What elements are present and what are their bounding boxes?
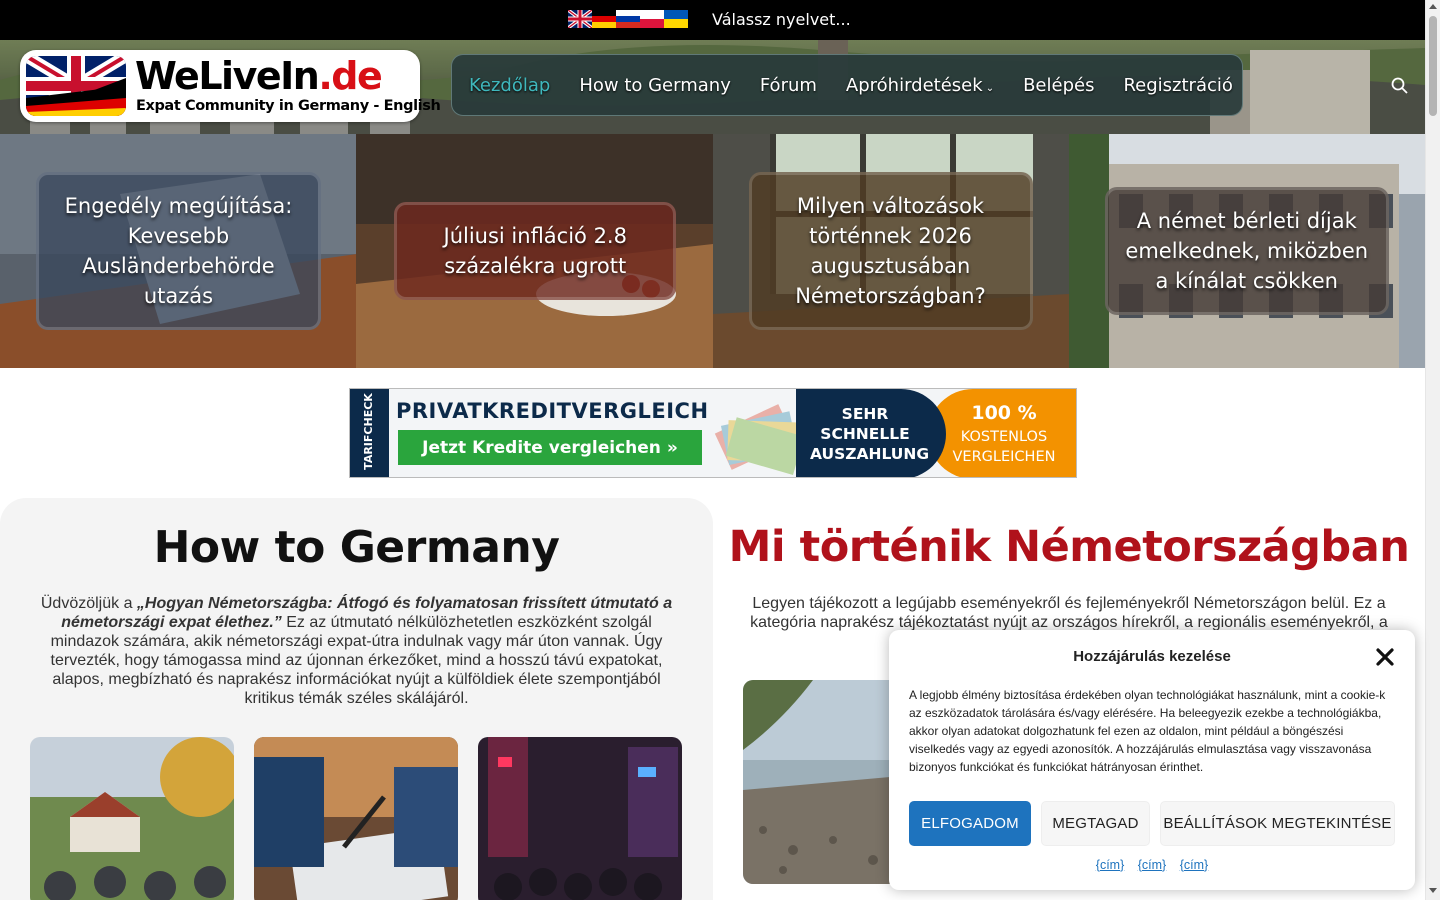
news-heading[interactable]: Mi történik Németországban <box>713 522 1425 572</box>
ad-payout-text: SEHR SCHNELLE AUSZAHLUNG <box>810 405 930 463</box>
page-scrollbar[interactable] <box>1425 0 1440 900</box>
hero-tile[interactable]: A német bérleti díjak emelkednek, miközb… <box>1068 134 1425 368</box>
ad-free-percent: 100 % <box>971 402 1037 424</box>
scrollbar-thumb[interactable] <box>1429 16 1437 116</box>
logo-flag-icon <box>26 56 126 116</box>
nav-item-how-to-germany[interactable]: How to Germany <box>579 75 731 96</box>
nav-item-classifieds[interactable]: Apróhirdetések ⌄ <box>846 75 994 96</box>
nav-item-home[interactable]: Kezdőlap <box>469 75 550 96</box>
deny-cookies-button[interactable]: MEGTAGAD <box>1041 801 1150 846</box>
cookie-modal-body: A legjobb élmény biztosítása érdekében o… <box>909 688 1386 774</box>
flag-ukraine-icon[interactable] <box>664 10 688 28</box>
cookie-consent-modal: Hozzájárulás kezelése A legjobb élmény b… <box>889 630 1415 890</box>
language-bar: Válassz nyelvet... <box>0 0 1425 40</box>
accept-cookies-button[interactable]: ELFOGADOM <box>909 801 1031 846</box>
chevron-down-icon: ⌄ <box>985 82 995 94</box>
guide-card[interactable] <box>254 737 458 900</box>
hero-tiles: Engedély megújítása: Kevesebb Ausländerb… <box>0 134 1425 368</box>
search-icon[interactable] <box>1390 76 1410 96</box>
nav-item-login[interactable]: Belépés <box>1023 75 1094 96</box>
flag-poland-icon[interactable] <box>640 10 664 28</box>
language-select-label[interactable]: Válassz nyelvet... <box>712 10 851 29</box>
guide-card-image <box>478 737 682 900</box>
flag-uk-icon[interactable] <box>568 10 592 28</box>
how-to-germany-intro: Üdvözöljük a „Hogyan Németországba: Átfo… <box>40 595 673 707</box>
how-to-germany-heading[interactable]: How to Germany <box>0 522 713 573</box>
cookie-policy-link[interactable]: {cím} <box>1096 858 1125 872</box>
hero-tile-caption: A német bérleti díjak emelkednek, miközb… <box>1104 187 1389 315</box>
guide-card[interactable] <box>30 737 234 900</box>
news-card[interactable] <box>743 680 913 884</box>
site-logo[interactable]: WeLiveIn.de Expat Community in Germany -… <box>20 50 441 122</box>
site-header: WeLiveIn.de Expat Community in Germany -… <box>0 40 1425 134</box>
guide-cards <box>30 737 702 900</box>
logo-subtitle: Expat Community in Germany - English <box>136 98 441 114</box>
flag-russia-icon[interactable] <box>616 10 640 28</box>
cookie-modal-title: Hozzájárulás kezelése <box>1073 648 1231 665</box>
hero-tile-caption: Milyen változások történnek 2026 auguszt… <box>748 172 1033 330</box>
scroll-down-arrow-icon[interactable] <box>1429 888 1437 893</box>
imprint-link[interactable]: {cím} <box>1180 858 1209 872</box>
main-navigation: Kezdőlap How to Germany Fórum Apróhirdet… <box>451 54 1243 116</box>
hero-tile[interactable]: Milyen változások történnek 2026 auguszt… <box>712 134 1069 368</box>
hero-tile[interactable]: Júliusi infláció 2.8 százalékra ugrott <box>356 134 713 368</box>
ad-free-text: KOSTENLOS VERGLEICHEN <box>952 429 1056 465</box>
guide-card-image <box>30 737 234 900</box>
nav-item-forum[interactable]: Fórum <box>760 75 817 96</box>
ad-banner[interactable]: TARIFCHECK PRIVATKREDITVERGLEICH Jetzt K… <box>349 388 1077 478</box>
how-to-germany-section: How to Germany Üdvözöljük a „Hogyan Néme… <box>0 498 713 900</box>
hero-tile-caption: Júliusi infláció 2.8 százalékra ugrott <box>394 202 677 300</box>
flag-germany-icon[interactable] <box>592 10 616 28</box>
ad-brand: TARIFCHECK <box>361 393 375 470</box>
language-flags <box>568 10 688 28</box>
banknotes-image <box>714 404 805 475</box>
nav-item-register[interactable]: Regisztráció <box>1123 75 1232 96</box>
guide-card[interactable] <box>478 737 682 900</box>
hero-tile-caption: Engedély megújítása: Kevesebb Ausländerb… <box>36 172 321 330</box>
ad-title: PRIVATKREDITVERGLEICH <box>396 399 709 423</box>
close-icon[interactable] <box>1374 646 1396 668</box>
ad-brand-strip: TARIFCHECK <box>350 389 389 477</box>
privacy-statement-link[interactable]: {cím} <box>1138 858 1167 872</box>
guide-card-image <box>254 737 458 900</box>
ad-cta-button[interactable]: Jetzt Kredite vergleichen » <box>398 430 702 465</box>
news-card-image <box>743 680 913 884</box>
scroll-up-arrow-icon[interactable] <box>1429 4 1437 9</box>
logo-title: WeLiveIn.de <box>135 54 383 98</box>
hero-tile[interactable]: Engedély megújítása: Kevesebb Ausländerb… <box>0 134 357 368</box>
cookie-modal-links: {cím} {cím} {cím} <box>889 858 1415 872</box>
view-preferences-button[interactable]: BEÁLLÍTÁSOK MEGTEKINTÉSE <box>1160 801 1395 846</box>
